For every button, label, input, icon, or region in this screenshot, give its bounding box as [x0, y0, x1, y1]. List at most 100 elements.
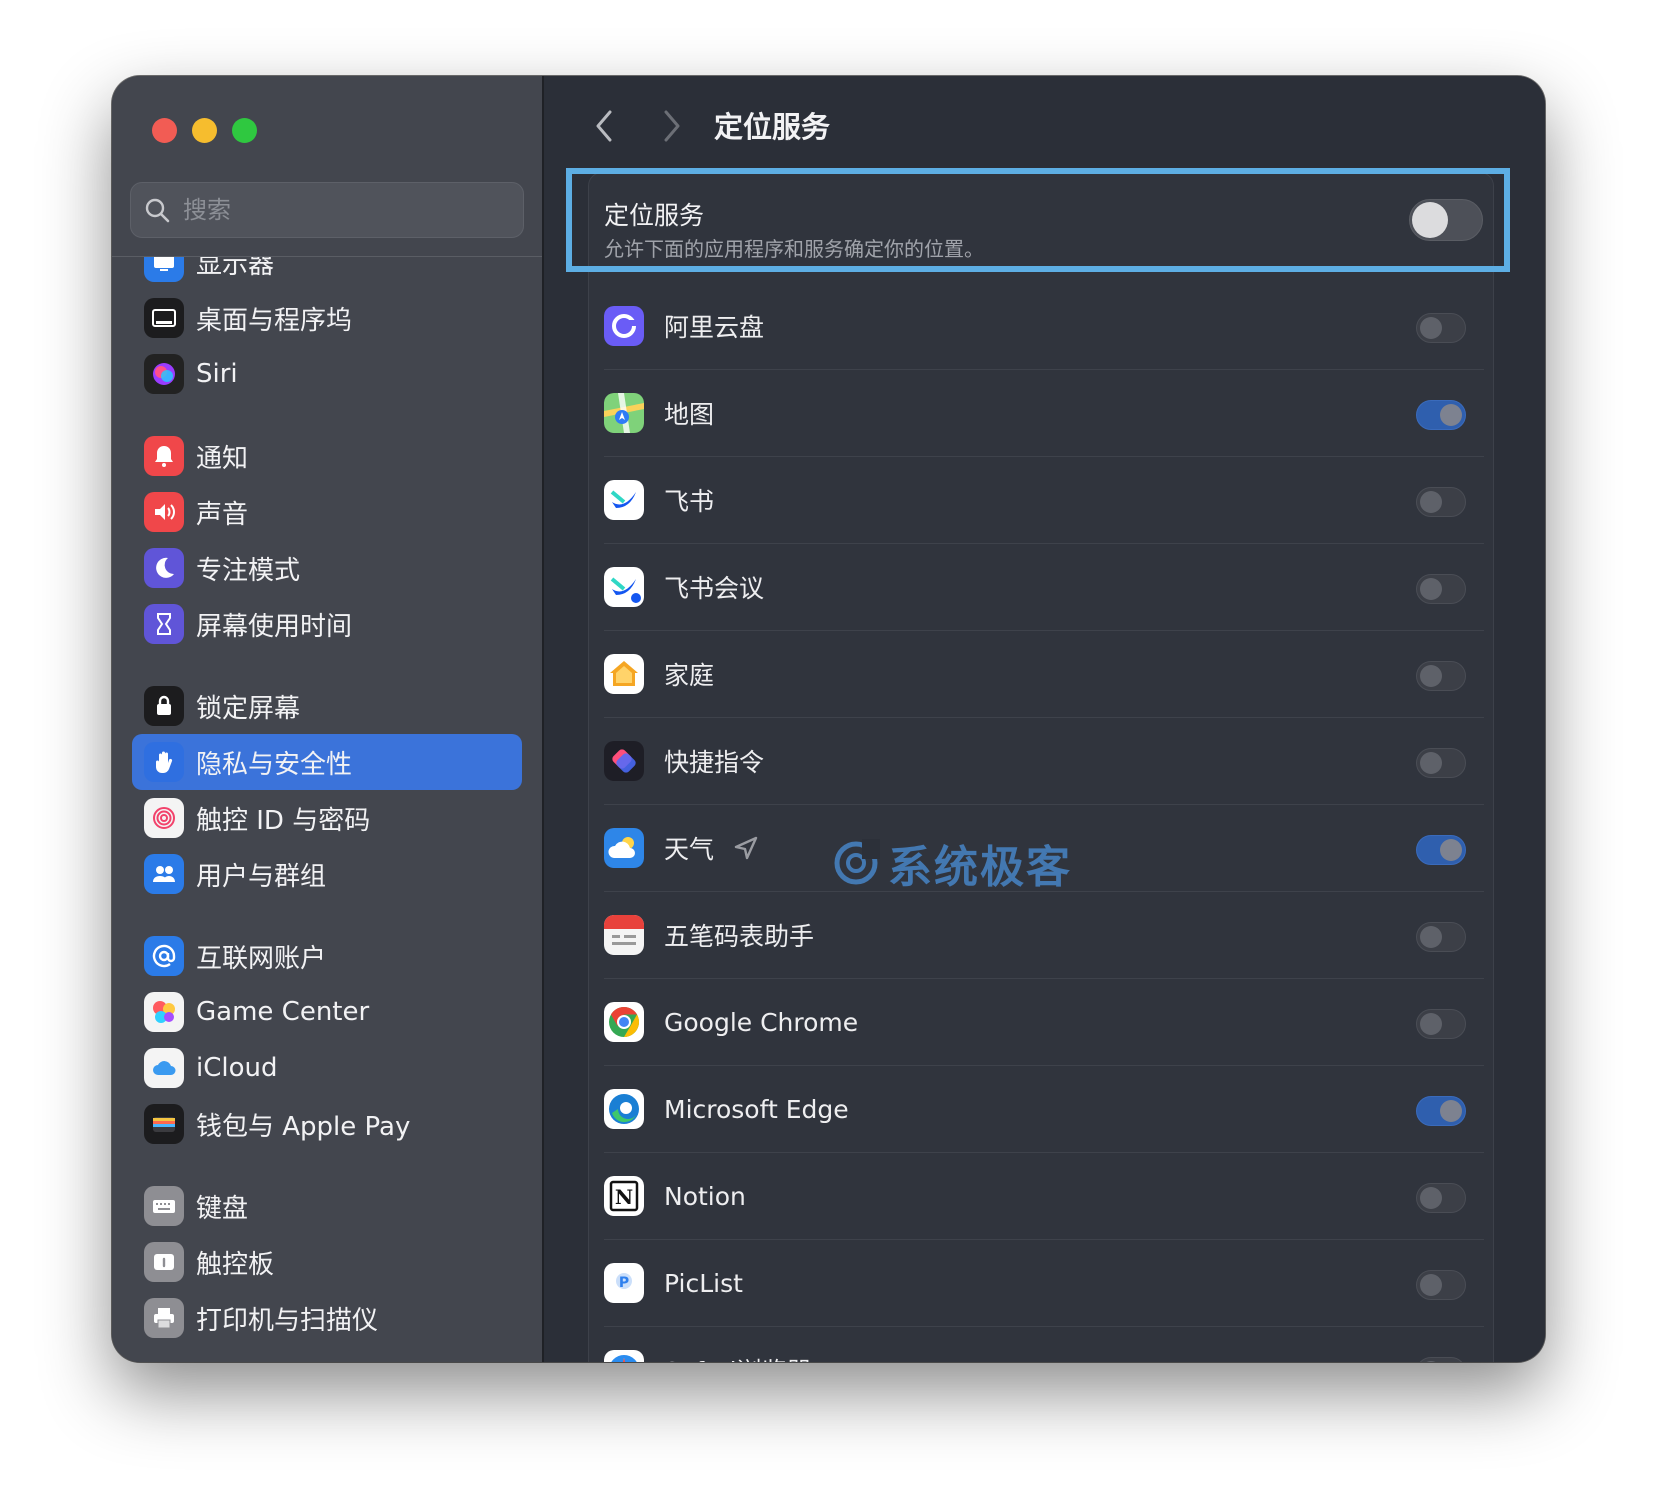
settings-window: 显示器桌面与程序坞 Siri 通知声音专注模式屏幕使用时间锁定屏幕隐私与安全性触控 …	[112, 76, 1545, 1362]
dock-icon	[144, 298, 184, 338]
svg-text:P: P	[619, 1275, 629, 1291]
sidebar-item-label: 通知	[196, 443, 249, 474]
sidebar-item[interactable]: 锁定屏幕	[132, 678, 522, 734]
sidebar-item-label: Siri	[196, 359, 238, 389]
app-location-toggle[interactable]	[1416, 1183, 1466, 1213]
search-input[interactable]	[181, 195, 505, 225]
app-location-toggle[interactable]	[1416, 1009, 1466, 1039]
sidebar-item-label: 触控 ID 与密码	[196, 805, 371, 836]
forward-button[interactable]	[656, 108, 686, 144]
sidebar-item-label: 桌面与程序坞	[196, 305, 353, 336]
app-row: 家庭	[604, 631, 1484, 718]
maps-icon	[604, 393, 644, 433]
app-name: 天气	[664, 835, 715, 864]
aliyun-drive-icon	[604, 306, 644, 346]
sidebar-item[interactable]: 隐私与安全性	[132, 734, 522, 790]
app-location-toggle[interactable]	[1416, 922, 1466, 952]
sidebar-item[interactable]: 通知	[132, 428, 522, 484]
sidebar-item[interactable]: iCloud	[132, 1040, 522, 1096]
cloud-icon	[144, 1048, 184, 1088]
minimize-button[interactable]	[192, 118, 217, 143]
search-icon	[145, 198, 170, 223]
sidebar-item-label: 声音	[196, 499, 249, 530]
app-location-toggle[interactable]	[1416, 661, 1466, 691]
feishu-meeting-icon	[604, 567, 644, 607]
sidebar-item-label: 打印机与扫描仪	[196, 1305, 379, 1336]
sidebar-item-label: 显示器	[196, 257, 275, 280]
app-name: 地图	[664, 400, 715, 429]
sidebar-item-label: 键盘	[196, 1193, 249, 1224]
shortcuts-icon	[604, 741, 644, 781]
sidebar-item[interactable]: 专注模式	[132, 540, 522, 596]
sidebar-item[interactable]: 键盘	[132, 1178, 522, 1234]
watermark-logo-icon	[834, 839, 880, 885]
app-name: Notion	[664, 1181, 746, 1211]
app-row: 飞书会议	[604, 544, 1484, 631]
app-row: Safari浏览器	[604, 1327, 1484, 1362]
sidebar-item[interactable]: 触控板	[132, 1234, 522, 1290]
home-icon	[604, 654, 644, 694]
app-location-toggle[interactable]	[1416, 1270, 1466, 1300]
sidebar-item[interactable]: 互联网账户	[132, 928, 522, 984]
sidebar-item[interactable]: Game Center	[132, 984, 522, 1040]
sidebar-list[interactable]: 显示器桌面与程序坞 Siri 通知声音专注模式屏幕使用时间锁定屏幕隐私与安全性触控 …	[112, 257, 542, 1362]
sidebar-item-label: 专注模式	[196, 555, 301, 586]
app-row: 快捷指令	[604, 718, 1484, 805]
sidebar-item[interactable]: Siri	[132, 346, 522, 402]
zoom-button[interactable]	[232, 118, 257, 143]
app-row: P PicList	[604, 1240, 1484, 1327]
hand-icon	[144, 742, 184, 782]
wubi-icon	[604, 915, 644, 955]
app-name: Microsoft Edge	[664, 1094, 849, 1124]
search-field[interactable]	[130, 182, 524, 238]
app-location-toggle[interactable]	[1416, 835, 1466, 865]
hourglass-icon	[144, 604, 184, 644]
sidebar-item[interactable]: 打印机与扫描仪	[132, 1290, 522, 1346]
sidebar-item-label: 用户与群组	[196, 861, 327, 892]
app-row: 阿里云盘	[604, 283, 1484, 370]
sidebar-item-label: 互联网账户	[196, 943, 327, 974]
app-row: 飞书	[604, 457, 1484, 544]
sidebar-item[interactable]: 屏幕使用时间	[132, 596, 522, 652]
app-name: Safari浏览器	[664, 1352, 812, 1362]
display-icon	[144, 257, 184, 282]
notion-icon: N	[604, 1176, 644, 1216]
app-location-toggle[interactable]	[1416, 1357, 1466, 1362]
main-pane: 定位服务 定位服务 允许下面的应用程序和服务确定你的位置。 阿里云盘 地图 飞书 飞书…	[544, 76, 1545, 1362]
location-arrow-icon	[734, 836, 758, 860]
fingerprint-icon	[144, 798, 184, 838]
app-location-toggle[interactable]	[1416, 574, 1466, 604]
close-button[interactable]	[152, 118, 177, 143]
bell-icon	[144, 436, 184, 476]
safari-icon	[604, 1350, 644, 1362]
app-location-toggle[interactable]	[1416, 313, 1466, 343]
wallet-icon	[144, 1104, 184, 1144]
weather-icon	[604, 828, 644, 868]
app-location-toggle[interactable]	[1416, 748, 1466, 778]
at-icon	[144, 936, 184, 976]
speaker-icon	[144, 492, 184, 532]
app-location-toggle[interactable]	[1416, 487, 1466, 517]
sidebar-item[interactable]: 桌面与程序坞	[132, 290, 522, 346]
app-name: 飞书	[664, 487, 715, 516]
app-row: 地图	[604, 370, 1484, 457]
back-button[interactable]	[590, 108, 620, 144]
app-location-toggle[interactable]	[1416, 1096, 1466, 1126]
app-name: 五笔码表助手	[664, 922, 815, 951]
sidebar-item[interactable]: 声音	[132, 484, 522, 540]
app-list: 阿里云盘 地图 飞书 飞书会议 家庭 快捷指令 天气 五笔码表助手 Google Chrome M…	[604, 283, 1484, 1362]
sidebar-item[interactable]: 触控 ID 与密码	[132, 790, 522, 846]
sidebar-item[interactable]: 显示器	[132, 257, 522, 290]
location-services-toggle[interactable]	[1409, 199, 1483, 241]
sidebar-item-label: Game Center	[196, 997, 370, 1027]
trackpad-icon	[144, 1242, 184, 1282]
sidebar-item[interactable]: 用户与群组	[132, 846, 522, 902]
sidebar-item-label: 锁定屏幕	[196, 693, 301, 724]
sidebar-item[interactable]: 钱包与 Apple Pay	[132, 1096, 522, 1152]
app-location-toggle[interactable]	[1416, 400, 1466, 430]
keyboard-icon	[144, 1186, 184, 1226]
page-title: 定位服务	[714, 110, 831, 144]
